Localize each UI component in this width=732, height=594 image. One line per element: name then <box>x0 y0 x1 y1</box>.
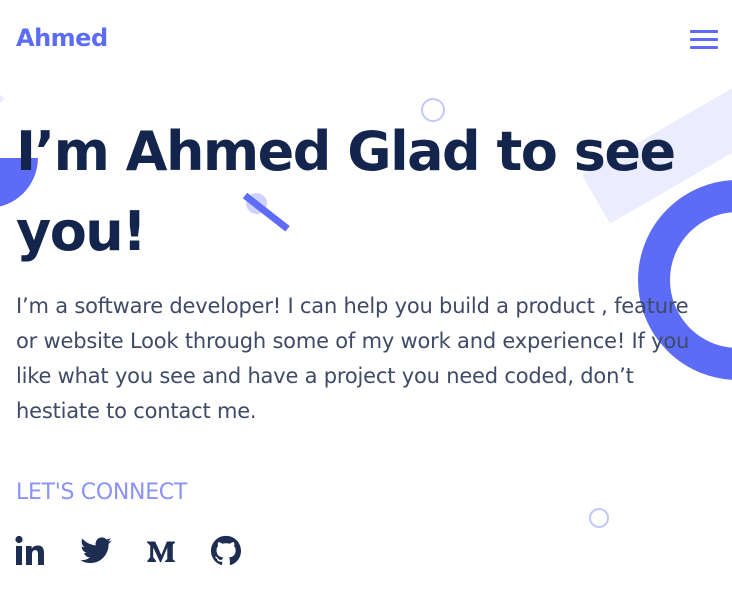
twitter-link[interactable] <box>79 534 113 568</box>
site-logo[interactable]: Ahmed <box>16 24 108 52</box>
medium-icon <box>147 541 175 563</box>
github-link[interactable] <box>209 534 243 568</box>
connect-heading: LET'S CONNECT <box>16 480 187 505</box>
linkedin-link[interactable] <box>14 534 48 568</box>
twitter-icon <box>80 537 112 564</box>
github-icon <box>210 535 242 566</box>
hamburger-menu-icon[interactable] <box>690 30 718 52</box>
medium-link[interactable] <box>144 534 178 568</box>
social-links <box>14 533 274 569</box>
hero-description: I’m a software developer! I can help you… <box>16 294 690 423</box>
page: Ahmed I’m Ahmed Glad to see you! I’m a s… <box>0 0 732 594</box>
decorative-ring <box>589 508 609 528</box>
hero-title: I’m Ahmed Glad to see you! <box>16 120 676 263</box>
linkedin-icon <box>15 535 44 565</box>
